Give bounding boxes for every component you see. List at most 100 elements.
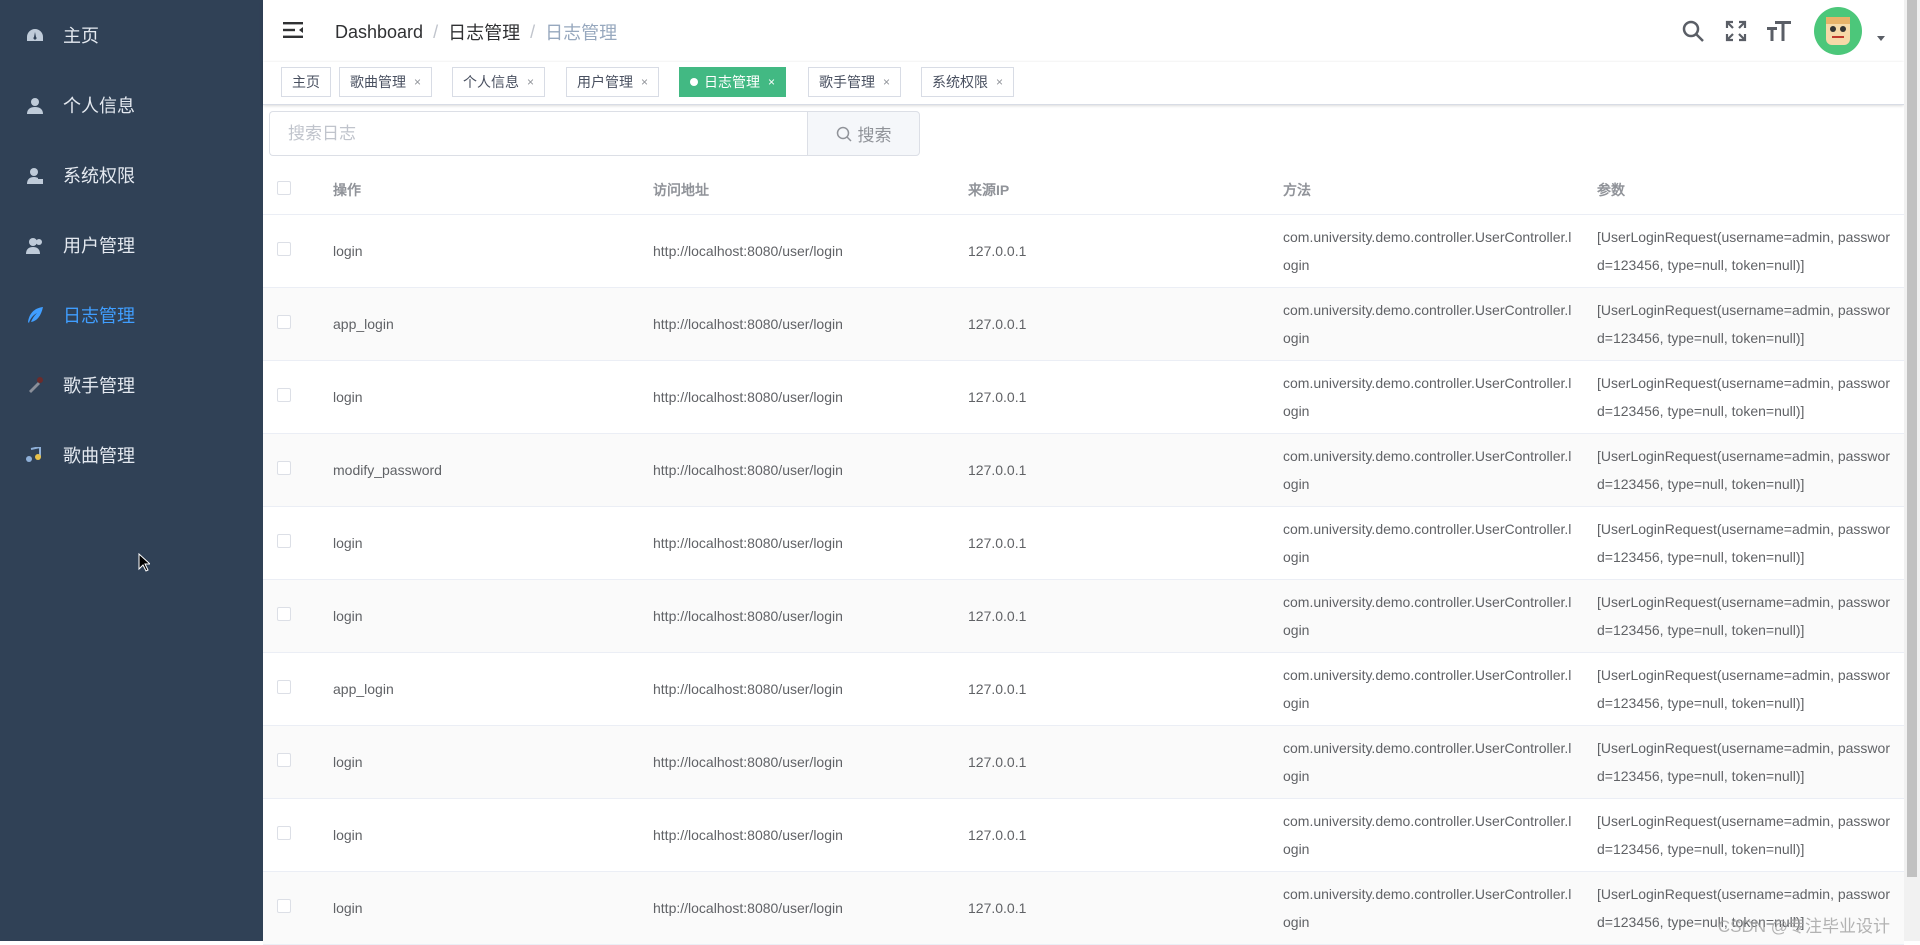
breadcrumb: Dashboard / 日志管理 / 日志管理 — [335, 19, 617, 45]
log-table: 操作 访问地址 来源IP 方法 参数 login http://localhost… — [263, 166, 1904, 945]
tag-singers[interactable]: 歌手管理 × — [808, 67, 902, 97]
header-select-all — [263, 166, 323, 215]
cell-op: app_login — [323, 287, 643, 361]
row-checkbox[interactable] — [277, 241, 291, 256]
main-content: Dashboard / 日志管理 / 日志管理 主页 歌曲管理 × 个人信息 ×… — [263, 0, 1904, 945]
cell-param: [UserLoginRequest(username=admin, passwo… — [1587, 433, 1904, 507]
tag-permissions[interactable]: 系统权限 × — [921, 67, 1015, 97]
sidebar-item-logs[interactable]: 日志管理 — [0, 280, 263, 350]
row-select-cell — [263, 652, 323, 726]
cell-method: com.university.demo.controller.UserContr… — [1273, 871, 1587, 945]
tag-label: 个人信息 — [463, 74, 519, 90]
row-checkbox[interactable] — [277, 533, 291, 548]
search-bar: 搜索 — [269, 111, 920, 156]
cell-method: com.university.demo.controller.UserContr… — [1273, 433, 1587, 507]
row-checkbox[interactable] — [277, 460, 291, 475]
scrollbar-thumb[interactable] — [1907, 0, 1917, 877]
close-icon[interactable]: × — [414, 75, 421, 89]
cell-ip: 127.0.0.1 — [958, 579, 1273, 653]
hamburger-icon[interactable] — [281, 18, 305, 42]
cell-method: com.university.demo.controller.UserContr… — [1273, 214, 1587, 288]
sidebar-item-label: 歌手管理 — [63, 376, 135, 396]
tag-label: 日志管理 — [704, 74, 760, 90]
row-checkbox[interactable] — [277, 825, 291, 840]
close-icon[interactable]: × — [996, 75, 1003, 89]
close-icon[interactable]: × — [641, 75, 648, 89]
table-row: app_login http://localhost:8080/user/logi… — [263, 287, 1904, 361]
header-method: 方法 — [1273, 166, 1587, 215]
cell-ip: 127.0.0.1 — [958, 725, 1273, 799]
cell-url: http://localhost:8080/user/login — [643, 798, 958, 872]
search-icon[interactable] — [1679, 17, 1707, 45]
sidebar-item-home[interactable]: 主页 — [0, 0, 263, 70]
feather-icon — [26, 306, 44, 324]
row-select-cell — [263, 506, 323, 580]
cell-op: login — [323, 871, 643, 945]
table-header-row: 操作 访问地址 来源IP 方法 参数 — [263, 166, 1904, 215]
cell-ip: 127.0.0.1 — [958, 871, 1273, 945]
header-ip: 来源IP — [958, 166, 1273, 215]
fullscreen-icon[interactable] — [1722, 17, 1750, 45]
scrollbar[interactable] — [1904, 0, 1920, 941]
header-param: 参数 — [1587, 166, 1904, 215]
search-input[interactable] — [269, 111, 807, 156]
cell-method: com.university.demo.controller.UserContr… — [1273, 579, 1587, 653]
cell-method: com.university.demo.controller.UserContr… — [1273, 506, 1587, 580]
tag-songs[interactable]: 歌曲管理 × — [339, 67, 433, 97]
music-icon — [26, 446, 44, 464]
dashboard-icon — [26, 26, 44, 44]
tag-users[interactable]: 用户管理 × — [566, 67, 660, 97]
cell-ip: 127.0.0.1 — [958, 214, 1273, 288]
row-checkbox[interactable] — [277, 606, 291, 621]
row-checkbox[interactable] — [277, 752, 291, 767]
tag-label: 歌手管理 — [819, 74, 875, 90]
select-all-checkbox[interactable] — [277, 181, 291, 196]
breadcrumb-separator: / — [530, 21, 536, 42]
close-icon[interactable]: × — [883, 75, 890, 89]
breadcrumb-separator: / — [433, 21, 439, 42]
sidebar-item-permissions[interactable]: 系统权限 — [0, 140, 263, 210]
active-dot-icon — [690, 78, 698, 86]
cell-url: http://localhost:8080/user/login — [643, 725, 958, 799]
sidebar-item-profile[interactable]: 个人信息 — [0, 70, 263, 140]
breadcrumb-item-dashboard[interactable]: Dashboard — [335, 22, 423, 43]
sidebar-item-songs[interactable]: 歌曲管理 — [0, 420, 263, 490]
navbar: Dashboard / 日志管理 / 日志管理 — [263, 0, 1904, 62]
close-icon[interactable]: × — [768, 75, 775, 89]
table-row: login http://localhost:8080/user/login 127… — [263, 579, 1904, 653]
user-lock-icon — [26, 166, 44, 184]
avatar[interactable] — [1814, 7, 1862, 55]
row-checkbox[interactable] — [277, 898, 291, 913]
cell-op: login — [323, 506, 643, 580]
table-row: login http://localhost:8080/user/login 127… — [263, 506, 1904, 580]
search-button-label: 搜索 — [857, 126, 892, 145]
table-row: modify_password http://localhost:8080/use… — [263, 433, 1904, 507]
table-body: login http://localhost:8080/user/login 127… — [263, 214, 1904, 945]
cell-url: http://localhost:8080/user/login — [643, 871, 958, 945]
row-select-cell — [263, 871, 323, 945]
row-checkbox[interactable] — [277, 679, 291, 694]
cell-ip: 127.0.0.1 — [958, 433, 1273, 507]
sidebar-item-users[interactable]: 用户管理 — [0, 210, 263, 280]
row-select-cell — [263, 579, 323, 653]
font-size-icon[interactable] — [1765, 17, 1793, 45]
tag-profile[interactable]: 个人信息 × — [452, 67, 546, 97]
breadcrumb-item-current: 日志管理 — [545, 23, 618, 43]
tag-logs[interactable]: 日志管理 × — [679, 67, 787, 97]
row-checkbox[interactable] — [277, 314, 291, 329]
breadcrumb-item-logs[interactable]: 日志管理 — [448, 19, 520, 45]
cell-param: [UserLoginRequest(username=admin, passwo… — [1587, 652, 1904, 726]
header-url: 访问地址 — [643, 166, 958, 215]
cell-url: http://localhost:8080/user/login — [643, 506, 958, 580]
cell-url: http://localhost:8080/user/login — [643, 214, 958, 288]
tag-home[interactable]: 主页 — [281, 67, 331, 97]
search-icon — [836, 126, 852, 142]
sidebar-item-singers[interactable]: 歌手管理 — [0, 350, 263, 420]
sidebar-item-label: 系统权限 — [63, 166, 135, 186]
row-checkbox[interactable] — [277, 387, 291, 402]
cell-ip: 127.0.0.1 — [958, 506, 1273, 580]
search-button[interactable]: 搜索 — [807, 111, 920, 156]
cell-param: [UserLoginRequest(username=admin, passwo… — [1587, 506, 1904, 580]
close-icon[interactable]: × — [527, 75, 534, 89]
chevron-down-icon[interactable] — [1876, 33, 1886, 43]
